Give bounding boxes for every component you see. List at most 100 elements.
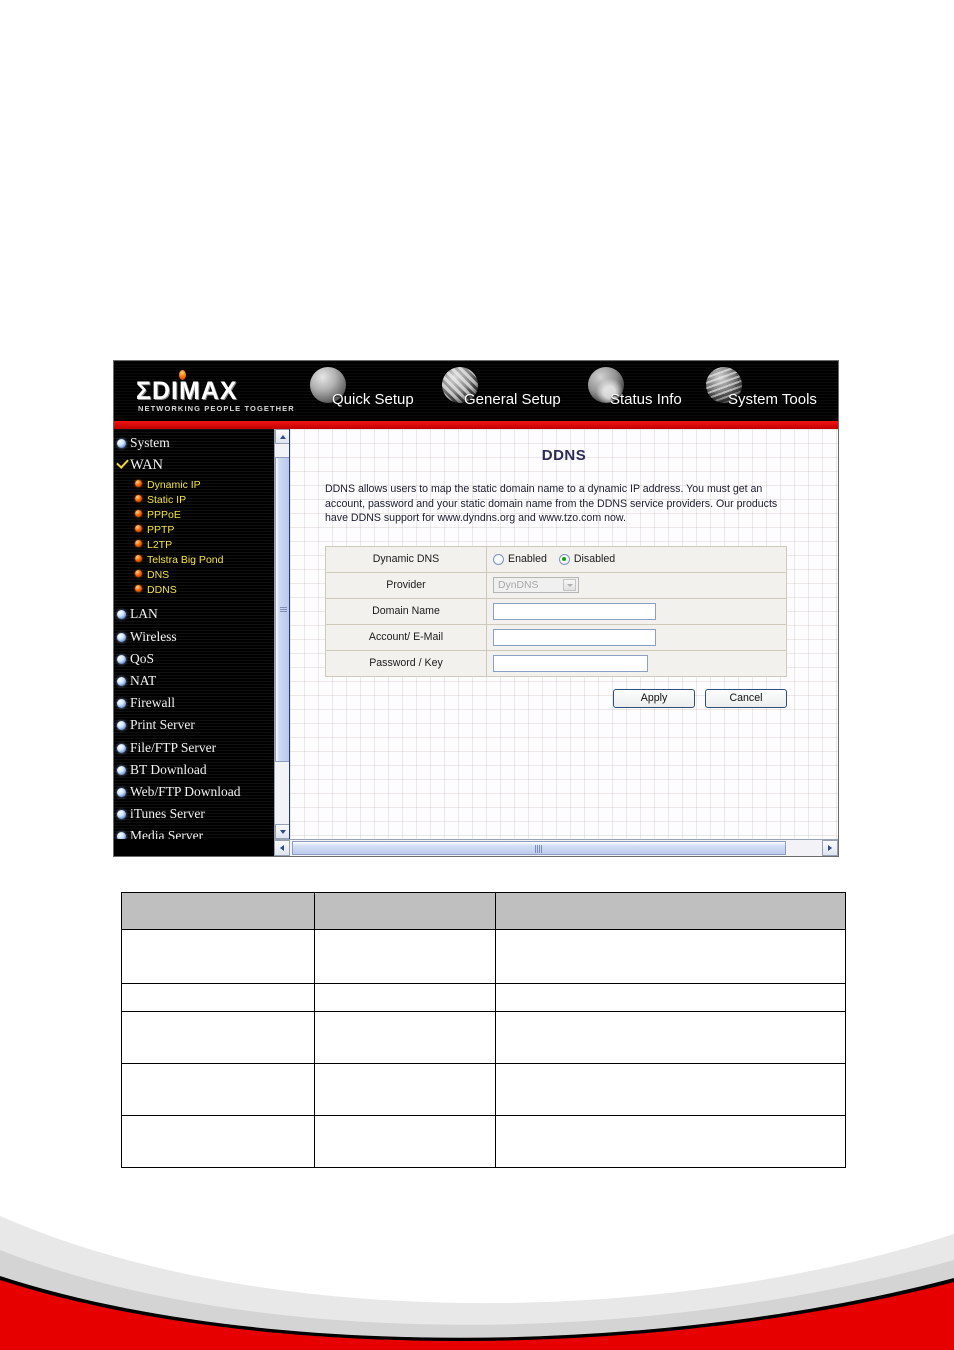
sub-bullet-orb-icon xyxy=(135,510,142,518)
sidebar-subitem-dynamic-ip[interactable]: Dynamic IP xyxy=(114,476,274,491)
sidebar-item-media-server[interactable]: Media Server xyxy=(114,825,274,839)
edimax-logo: ΣDIMAX NETWORKING PEOPLE TOGETHER xyxy=(136,370,301,413)
nav-item-quick-setup[interactable]: Quick Setup xyxy=(310,365,460,421)
footer-decoration xyxy=(0,1216,954,1350)
sidebar-subitem-pppoe[interactable]: PPPoE xyxy=(114,506,274,521)
label-domain-name: Domain Name xyxy=(325,597,487,625)
sidebar-label-nat: NAT xyxy=(130,672,157,688)
sidebar-subitem-ddns[interactable]: DDNS xyxy=(114,581,274,596)
table-row xyxy=(121,983,846,1012)
sidebar-subitem-pptp[interactable]: PPTP xyxy=(114,521,274,536)
sidebar-subitem-telstra-big-pond[interactable]: Telstra Big Pond xyxy=(114,551,274,566)
sidebar-item-web-ftp-download[interactable]: Web/FTP Download xyxy=(114,781,274,803)
horizontal-scrollbar[interactable] xyxy=(274,839,838,856)
nav-item-system-tools[interactable]: System Tools xyxy=(706,365,838,421)
sidebar-sublabel-pptp: PPTP xyxy=(147,524,175,537)
sidebar-label-bt-download: BT Download xyxy=(130,761,207,777)
sidebar-sublabel-dynamic-ip: Dynamic IP xyxy=(147,479,201,492)
table-row xyxy=(121,1115,846,1168)
sidebar-item-file-ftp-server[interactable]: File/FTP Server xyxy=(114,737,274,759)
scroll-grip-icon xyxy=(280,606,287,613)
chevron-up-icon xyxy=(279,434,286,439)
sidebar-item-lan[interactable]: LAN xyxy=(114,603,274,625)
form-row-domain-name: Domain Name xyxy=(325,597,787,625)
form-button-row: Apply Cancel xyxy=(290,688,787,708)
radio-enabled[interactable] xyxy=(493,553,504,565)
radio-label-enabled[interactable]: Enabled xyxy=(508,553,547,565)
vertical-scrollbar[interactable] xyxy=(274,429,290,839)
sidebar-item-firewall[interactable]: Firewall xyxy=(114,692,274,714)
radio-disabled[interactable] xyxy=(558,553,570,565)
table-cell xyxy=(495,929,846,984)
scroll-up-button[interactable] xyxy=(275,429,290,444)
header-red-divider xyxy=(114,421,838,429)
value-domain-name xyxy=(486,597,787,625)
bullet-orb-icon xyxy=(117,632,126,642)
sidebar-item-bt-download[interactable]: BT Download xyxy=(114,759,274,781)
table-cell xyxy=(121,929,315,984)
sub-bullet-orb-icon xyxy=(135,570,142,578)
table-header-cell xyxy=(121,892,315,930)
vertical-scroll-thumb[interactable] xyxy=(275,457,290,762)
sidebar-subitem-l2tp[interactable]: L2TP xyxy=(114,536,274,551)
table-cell xyxy=(121,1063,315,1116)
label-dynamic-dns: Dynamic DNS xyxy=(325,545,487,573)
sub-bullet-orb-icon xyxy=(135,585,142,593)
label-provider: Provider xyxy=(325,571,487,599)
account-email-input[interactable] xyxy=(493,628,656,646)
apply-button[interactable]: Apply xyxy=(613,688,695,708)
table-cell xyxy=(314,1115,496,1168)
check-icon xyxy=(116,458,128,470)
scroll-down-button[interactable] xyxy=(275,824,290,839)
bullet-orb-icon xyxy=(117,721,126,731)
nav-item-general-setup[interactable]: General Setup xyxy=(442,365,602,421)
chevron-down-icon xyxy=(279,829,286,834)
table-cell xyxy=(495,1115,846,1168)
table-cell xyxy=(495,1011,846,1064)
sidebar-subitem-static-ip[interactable]: Static IP xyxy=(114,491,274,506)
main-nav: Quick Setup General Setup Status Info Sy… xyxy=(310,365,835,421)
sidebar-sublabel-telstra-big-pond: Telstra Big Pond xyxy=(147,554,224,567)
sidebar-item-print-server[interactable]: Print Server xyxy=(114,714,274,736)
scroll-left-button[interactable] xyxy=(274,840,290,856)
horizontal-scroll-thumb[interactable] xyxy=(292,841,786,855)
sidebar-item-wireless[interactable]: Wireless xyxy=(114,626,274,648)
sidebar-item-nat[interactable]: NAT xyxy=(114,670,274,692)
table-header-cell xyxy=(314,892,496,930)
value-account-email xyxy=(486,623,787,651)
value-password-key xyxy=(486,649,787,677)
scroll-right-button[interactable] xyxy=(822,840,838,856)
table-row xyxy=(121,1011,846,1064)
sub-bullet-orb-icon xyxy=(135,495,142,503)
table-header-row xyxy=(121,892,846,930)
nav-item-status-info[interactable]: Status Info xyxy=(588,365,723,421)
sidebar-subitem-dns[interactable]: DNS xyxy=(114,566,274,581)
bullet-orb-icon xyxy=(117,610,126,620)
cancel-button[interactable]: Cancel xyxy=(705,688,787,708)
table-cell xyxy=(495,1063,846,1116)
page-title: DDNS xyxy=(541,447,587,464)
sidebar-label-wan: WAN xyxy=(130,457,164,474)
chevron-down-icon xyxy=(563,579,576,591)
table-row xyxy=(121,929,846,984)
password-key-input[interactable] xyxy=(493,654,648,672)
sidebar-item-itunes-server[interactable]: iTunes Server xyxy=(114,803,274,825)
sidebar-label-lan: LAN xyxy=(130,606,158,622)
value-dynamic-dns: Enabled Disabled xyxy=(486,545,787,573)
radio-label-disabled[interactable]: Disabled xyxy=(574,553,615,565)
table-cell xyxy=(495,983,846,1012)
sidebar-nav: System WAN Dynamic IP Static IP PPPoE PP… xyxy=(114,429,274,839)
sidebar-item-system[interactable]: System xyxy=(114,432,274,454)
sidebar-sublabel-dns: DNS xyxy=(147,569,170,582)
sidebar-item-qos[interactable]: QoS xyxy=(114,648,274,670)
table-cell xyxy=(314,1011,496,1064)
provider-select-value: DynDNS xyxy=(498,579,539,591)
sidebar-label-wireless: Wireless xyxy=(130,628,177,644)
table-header-cell xyxy=(495,892,846,930)
sidebar-item-wan[interactable]: WAN xyxy=(114,454,274,476)
logo-tagline: NETWORKING PEOPLE TOGETHER xyxy=(138,404,295,413)
provider-select[interactable]: DynDNS xyxy=(493,577,579,593)
sidebar-sublabel-ddns: DDNS xyxy=(147,584,177,597)
domain-name-input[interactable] xyxy=(493,602,656,620)
sidebar-sublabel-pppoe: PPPoE xyxy=(147,509,181,522)
